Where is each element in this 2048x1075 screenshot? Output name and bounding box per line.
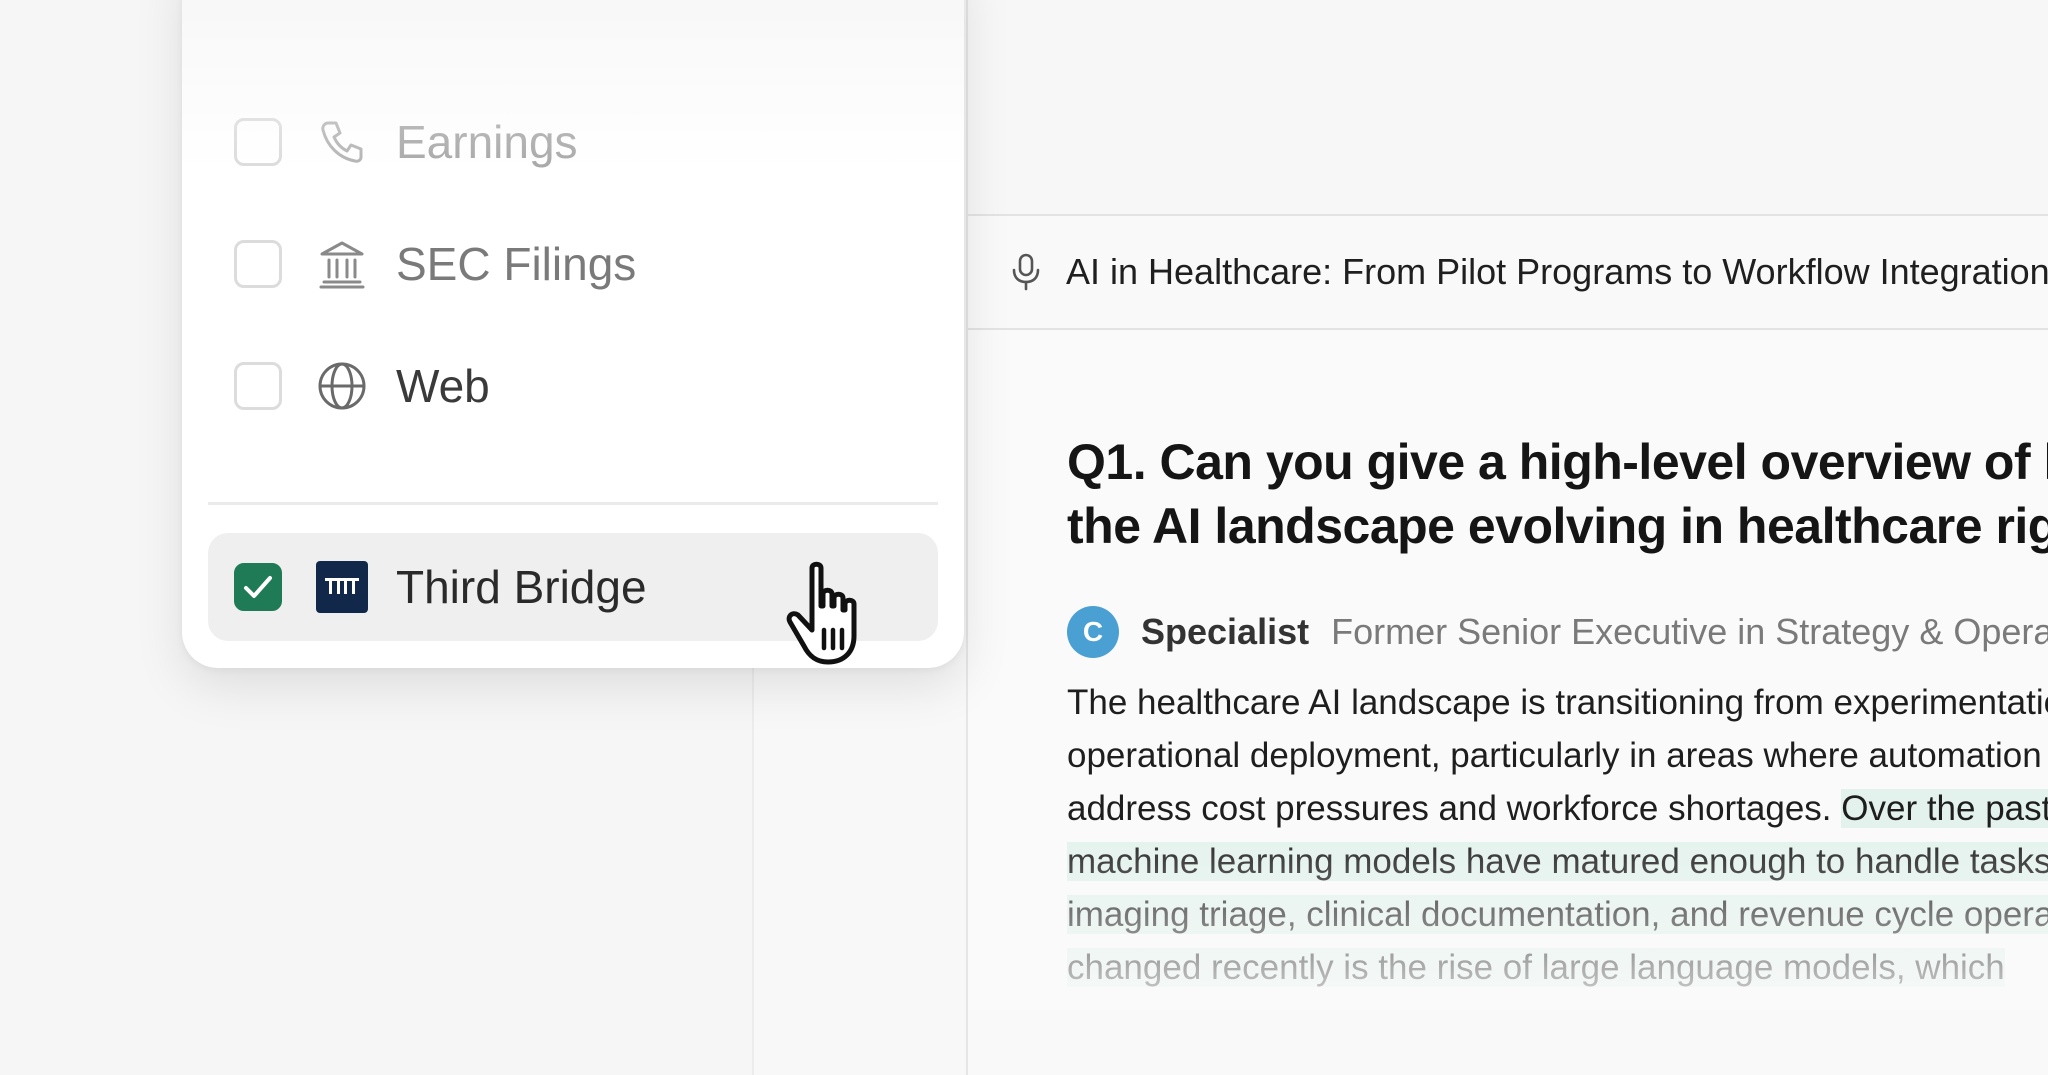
speaker-role: Former Senior Executive in Strategy & Op…: [1331, 611, 2048, 652]
bottom-band: [968, 1010, 2048, 1075]
transcript-body: Q1. Can you give a high-level overview o…: [1067, 330, 2048, 994]
globe-icon: [316, 360, 368, 412]
answer-line: imaging triage, clinical documentation, …: [1067, 888, 2048, 941]
document-top-area: [968, 0, 2048, 216]
phone-icon: [316, 116, 368, 168]
third-bridge-logo-icon: [316, 561, 368, 613]
document-panel: AI in Healthcare: From Pilot Programs to…: [966, 0, 2048, 1075]
speaker-name: Specialist: [1141, 611, 1310, 652]
microphone-icon: [1008, 252, 1044, 292]
earnings-label: Earnings: [396, 116, 578, 168]
highlighted-passage[interactable]: changed recently is the rise of large la…: [1067, 948, 2005, 987]
sec-filings-label: SEC Filings: [396, 238, 637, 290]
speaker-row: C Specialist Former Senior Executive in …: [1067, 606, 2048, 658]
answer-line: changed recently is the rise of large la…: [1067, 941, 2048, 994]
third-bridge-label: Third Bridge: [396, 561, 647, 613]
question-line-2: the AI landscape evolving in healthcare …: [1067, 498, 2048, 554]
answer-text: The healthcare AI landscape is transitio…: [1067, 676, 2048, 994]
question-heading: Q1. Can you give a high-level overview o…: [1067, 430, 2048, 558]
answer-line: operational deployment, particularly in …: [1067, 736, 2048, 775]
web-checkbox[interactable]: [234, 362, 282, 410]
source-option-web[interactable]: Web: [208, 332, 938, 440]
answer-segment: address cost pressures and workforce sho…: [1067, 789, 1842, 828]
earnings-checkbox[interactable]: [234, 118, 282, 166]
answer-line: The healthcare AI landscape is transitio…: [1067, 683, 2048, 722]
highlighted-passage[interactable]: Over the past few years,: [1841, 789, 2048, 828]
question-line-1: Q1. Can you give a high-level overview o…: [1067, 434, 2048, 490]
third-bridge-checkbox[interactable]: [234, 563, 282, 611]
bank-icon: [316, 238, 368, 290]
answer-line: machine learning models have matured eno…: [1067, 835, 2048, 888]
web-label: Web: [396, 360, 490, 412]
source-option-sec-filings[interactable]: SEC Filings: [208, 210, 938, 318]
sec-filings-checkbox[interactable]: [234, 240, 282, 288]
highlighted-passage[interactable]: imaging triage, clinical documentation, …: [1067, 895, 2048, 934]
answer-line: address cost pressures and workforce sho…: [1067, 782, 2048, 835]
speaker-avatar: C: [1067, 606, 1119, 658]
menu-divider: [208, 502, 938, 505]
source-option-earnings[interactable]: Earnings: [208, 88, 938, 196]
hand-pointer-cursor-icon: [780, 560, 880, 670]
transcript-title[interactable]: AI in Healthcare: From Pilot Programs to…: [1066, 251, 2048, 293]
transcript-title-bar: AI in Healthcare: From Pilot Programs to…: [968, 216, 2048, 330]
highlighted-passage[interactable]: machine learning models have matured eno…: [1067, 842, 2048, 881]
